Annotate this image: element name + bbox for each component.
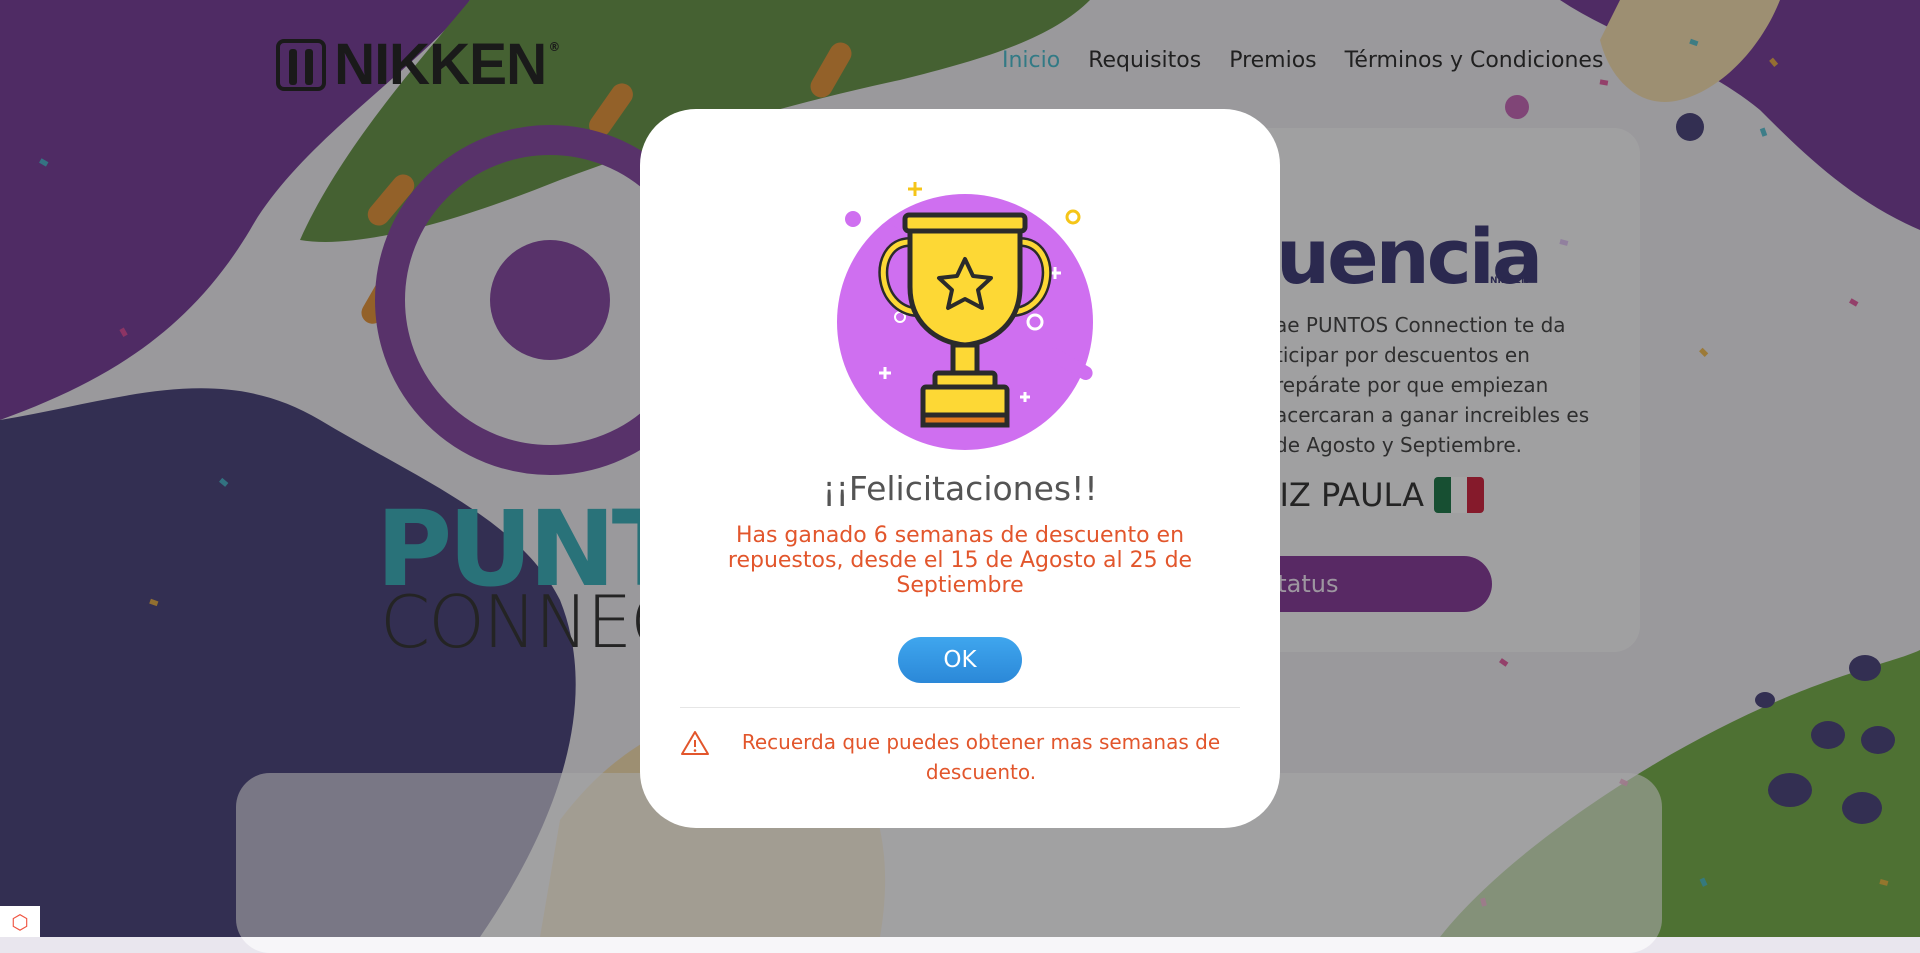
- congrats-dialog: ¡¡Felicitaciones!! Has ganado 6 semanas …: [640, 109, 1280, 828]
- dialog-title: ¡¡Felicitaciones!!: [822, 469, 1098, 508]
- dialog-divider: [680, 707, 1240, 708]
- dialog-footer: Recuerda que puedes obtener mas semanas …: [680, 727, 1240, 787]
- ok-button[interactable]: OK: [898, 637, 1022, 683]
- trophy-icon: [837, 182, 1093, 450]
- warning-icon: [681, 731, 709, 755]
- laravel-icon[interactable]: ⬡: [0, 906, 40, 937]
- dialog-footer-text: Recuerda que puedes obtener mas semanas …: [741, 730, 1221, 784]
- dialog-message: Has ganado 6 semanas de descuento en rep…: [727, 523, 1193, 598]
